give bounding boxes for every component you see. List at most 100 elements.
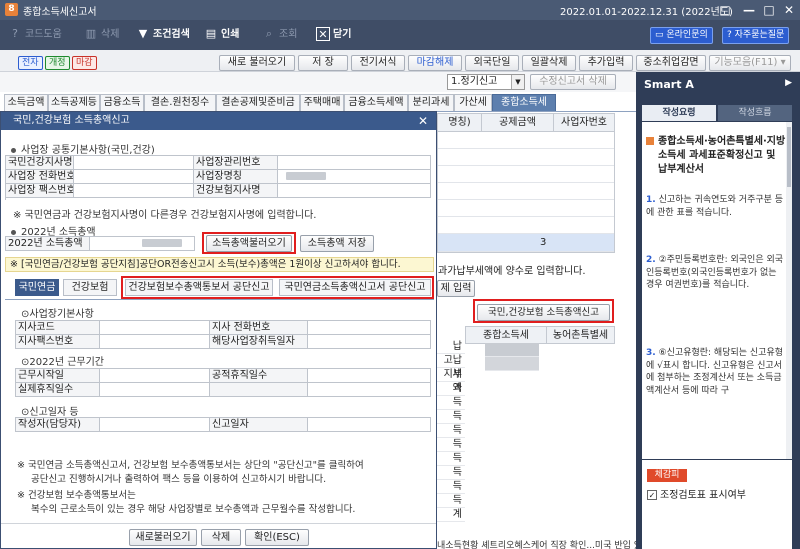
highlight-load-button	[202, 232, 296, 254]
tab-global-income-tax[interactable]: 종합소득세	[492, 94, 556, 111]
review-display-checkbox[interactable]: ✓ 조정검토표 표시여부	[647, 486, 746, 501]
grid-header-bizno: 사업자번호	[554, 114, 614, 132]
empty-field	[308, 383, 431, 397]
label-biz-phone: 사업장 전화번호	[6, 170, 74, 184]
branch-phone-field[interactable]	[308, 321, 431, 335]
faq-button[interactable]: ? 자주묻는질문	[722, 27, 790, 44]
work-start-field[interactable]	[100, 369, 210, 383]
label-branch-name: 국민건강지사명	[6, 156, 74, 170]
chevron-right-icon[interactable]: ▶	[785, 78, 792, 88]
blurred-value	[485, 357, 539, 371]
save-income-total-button[interactable]: 소득총액 저장	[300, 235, 374, 252]
income-report-dialog: 국민,건강보험 소득총액신고 ✕ 사업장 공통기본사항(국민,건강) 국민건강지…	[0, 111, 437, 549]
tab-financial-income[interactable]: 금융소득	[100, 94, 144, 111]
table-row[interactable]	[438, 149, 614, 166]
check-tab[interactable]: 체감피	[647, 469, 687, 482]
table-row[interactable]	[438, 200, 614, 217]
label-author: 작성자(담당자)	[16, 418, 100, 432]
minimize-icon[interactable]: —	[740, 1, 758, 19]
online-inquiry-button[interactable]: ▭ 온라인문의	[650, 27, 713, 44]
close-box-icon: ✕	[316, 27, 330, 41]
bulk-delete-button[interactable]: 일괄삭제	[522, 55, 576, 71]
tab-health-insurance[interactable]: 건강보험	[63, 279, 117, 296]
code-help-button[interactable]: ? 코드도움	[8, 27, 62, 43]
confirm-esc-button[interactable]: 확인(ESC)	[245, 529, 309, 546]
subsection-biz-info: ⊙사업장기본사항	[21, 309, 94, 320]
delete-dialog-button[interactable]: 삭제	[201, 529, 241, 546]
biz-name-field[interactable]	[278, 170, 431, 184]
tab-income-deduction[interactable]: 소득공제등	[48, 94, 100, 111]
biz-fax-field[interactable]	[74, 184, 194, 198]
tab-separate-tax[interactable]: 분리과세	[408, 94, 454, 111]
guide-item: 2. ②주민등록번호란: 외국인은 외국인등록번호(외국인등록번호가 없는 경우…	[646, 255, 784, 290]
period-label: 2022.01.01-2022.12.31 (2022년도)	[560, 7, 733, 18]
label-income-total: 2022년 소득총액	[6, 237, 90, 251]
badge-electronic: 전자	[18, 56, 43, 70]
tab-income-amount[interactable]: 소득금액	[4, 94, 48, 111]
tab-additional-tax[interactable]: 가산세	[454, 94, 492, 111]
row-label: 득	[437, 452, 465, 466]
table-row[interactable]	[438, 217, 614, 234]
smart-tabs: 작성요령 작성흐름	[642, 105, 792, 121]
table-row[interactable]	[438, 166, 614, 183]
restore-icon[interactable]: □	[716, 1, 734, 19]
help-circle-icon: ?	[727, 30, 735, 40]
tab-writing-flow[interactable]: 작성흐름	[718, 105, 792, 121]
tab-national-pension[interactable]: 국민연금	[15, 279, 59, 296]
health-branch-field[interactable]	[278, 184, 431, 198]
function-menu-button[interactable]: 기능모음(F11) ▾	[709, 55, 791, 71]
reload-dialog-button[interactable]: 새로불러오기	[129, 529, 197, 546]
unclose-button[interactable]: 마감해제	[408, 55, 462, 71]
foreign-single-button[interactable]: 외국단일	[465, 55, 519, 71]
filing-type-select[interactable]: 1.정기신고 ▼	[447, 74, 525, 90]
add-input-button[interactable]: 추가입력	[579, 55, 633, 71]
app-icon: 8	[5, 3, 18, 16]
branch-code-field[interactable]	[100, 321, 210, 335]
scrollbar-thumb[interactable]	[787, 127, 791, 187]
branch-name-field[interactable]	[74, 156, 194, 170]
branch-fax-field[interactable]	[100, 335, 210, 349]
actual-leave-field[interactable]	[100, 383, 210, 397]
filter-search-button[interactable]: ▼ 조건검색	[136, 27, 190, 43]
tab-loss-reserve[interactable]: 결손공제및준비금	[216, 94, 300, 111]
tab-divider	[5, 299, 434, 300]
smart-scrollbar[interactable]	[786, 122, 792, 459]
branch-note: ※ 국민연금과 건강보험지사명이 다른경우 건강보험지사명에 입력합니다.	[13, 210, 317, 221]
official-leave-field[interactable]	[308, 369, 431, 383]
table-row[interactable]	[438, 183, 614, 200]
work-period-grid: 근무시작일 공적휴직일수 실제휴직일수	[15, 368, 431, 397]
close-button[interactable]: ✕ 닫기	[316, 27, 351, 43]
previous-form-button[interactable]: 전기서식	[351, 55, 405, 71]
tab-financial-tax[interactable]: 금융소득세액	[344, 94, 408, 111]
tab-loss-withholding[interactable]: 결손.원천징수	[144, 94, 216, 111]
maximize-icon[interactable]: □	[760, 1, 778, 19]
income-total-field[interactable]	[90, 237, 195, 251]
dialog-close-icon[interactable]: ✕	[418, 112, 428, 130]
reload-button[interactable]: 새로 불러오기	[219, 55, 295, 71]
tab-housing-sale[interactable]: 주택매매	[300, 94, 344, 111]
badge-closed: 마감	[72, 56, 97, 70]
tab-writing-guide[interactable]: 작성요령	[642, 105, 716, 121]
bullet-icon	[11, 147, 16, 153]
window-titlebar: 8 종합소득세신고서 2022.01.01-2022.12.31 (2022년도…	[0, 0, 800, 20]
acquire-date-field[interactable]	[308, 335, 431, 349]
table-row[interactable]	[438, 132, 614, 149]
bottom-status-strip: 내소득현황 셰트리오혜스케어 직장 확인...미국 반입 있스	[437, 541, 636, 549]
window-title: 종합소득세신고서	[23, 7, 97, 18]
author-field[interactable]	[100, 418, 210, 432]
sme-reduction-button[interactable]: 중소취업감면	[636, 55, 706, 71]
print-button[interactable]: ▤ 인쇄	[204, 27, 240, 43]
deduction-input-button[interactable]: 제 입력	[437, 280, 475, 297]
empty-label	[210, 383, 308, 397]
search-button[interactable]: ⌕ 조회	[262, 27, 298, 43]
amend-delete-button[interactable]: 수정신고서 삭제	[530, 74, 616, 90]
biz-phone-field[interactable]	[74, 170, 194, 184]
report-date-grid: 작성자(담당자) 신고일자	[15, 417, 431, 432]
close-icon[interactable]: ✕	[780, 1, 798, 19]
save-button[interactable]: 저 장	[298, 55, 348, 71]
footer-divider	[1, 523, 436, 524]
delete-button[interactable]: ▥ 삭제	[84, 27, 120, 43]
biz-mgmt-no-field[interactable]	[278, 156, 431, 170]
report-date-field[interactable]	[308, 418, 431, 432]
agency-report-note-2: 공단신고 진행하시거나 출력하여 팩스 등을 이용하여 신고하시기 바랍니다.	[31, 474, 327, 485]
